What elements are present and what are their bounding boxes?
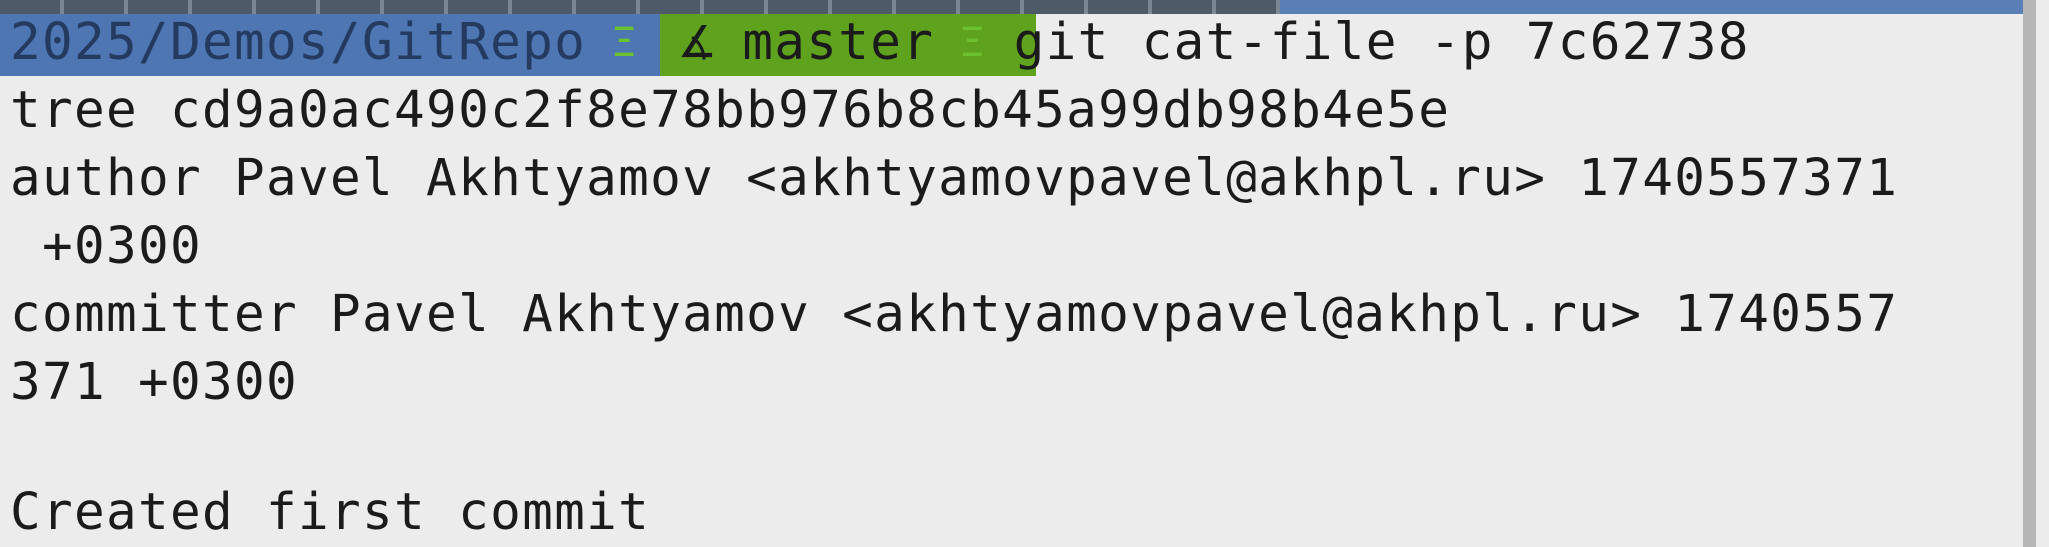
prompt-branch: master <box>742 13 935 72</box>
output-commit-message: Created first commit <box>10 483 651 542</box>
output-author-line: author Pavel Akhtyamov <akhtyamovpavel@a… <box>10 149 1899 208</box>
prompt-separator-icon: Ξ <box>612 20 638 66</box>
output-committer-continuation: 371 +0300 <box>10 353 299 412</box>
terminal-window[interactable]: 2025/Demos/GitRepo Ξ ∡ master Ξ git cat-… <box>0 0 2036 547</box>
prompt-line: 2025/Demos/GitRepo Ξ ∡ master Ξ git cat-… <box>10 12 1750 74</box>
prompt-path: 2025/Demos/GitRepo <box>10 13 587 72</box>
output-author-timezone: +0300 <box>10 217 203 276</box>
command-text: git cat-file -p 7c62738 <box>1013 13 1750 72</box>
prompt-separator-icon: Ξ <box>960 20 986 66</box>
branch-icon: ∡ <box>677 17 719 68</box>
scrollbar[interactable] <box>2023 0 2036 547</box>
output-committer-line: committer Pavel Akhtyamov <akhtyamovpave… <box>10 285 1899 344</box>
output-tree-line: tree cd9a0ac490c2f8e78bb976b8cb45a99db98… <box>10 81 1451 140</box>
